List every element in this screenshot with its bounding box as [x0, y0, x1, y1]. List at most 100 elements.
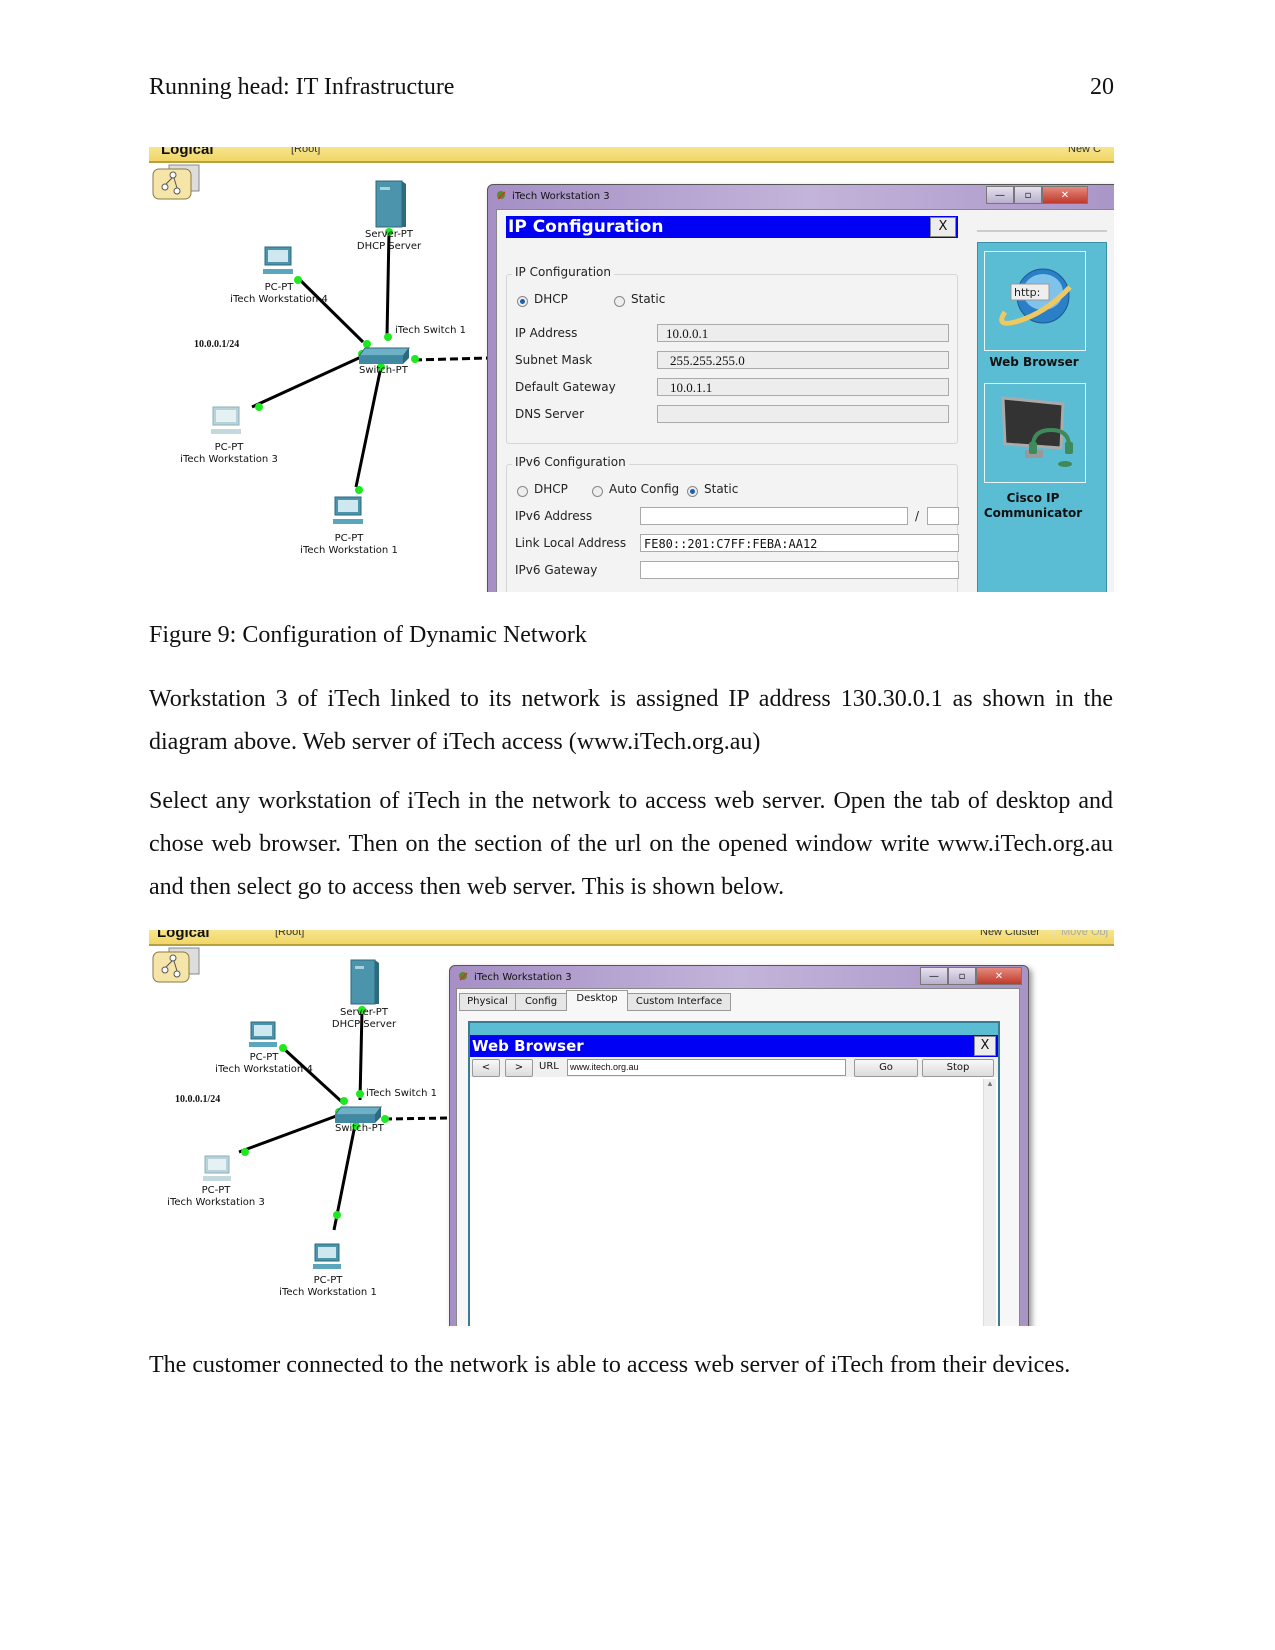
pc-icon[interactable]: [309, 1242, 349, 1276]
workstation-4-label: PC-PT iTech Workstation 4: [209, 1052, 319, 1076]
ip-address-field[interactable]: 10.0.0.1: [657, 324, 949, 342]
close-window-button[interactable]: ✕: [1042, 186, 1088, 204]
url-label: URL: [539, 1061, 559, 1072]
ipv6-static-radio[interactable]: [687, 486, 698, 497]
server-name: DHCP Server: [331, 1019, 397, 1030]
ipv6-gateway-field[interactable]: [640, 561, 959, 579]
pc-icon[interactable]: [245, 1020, 285, 1054]
page-number: 20: [1090, 74, 1114, 100]
body-paragraph-1: Workstation 3 of iTech linked to its net…: [149, 678, 1113, 764]
maximize-button[interactable]: ▫: [948, 967, 976, 985]
tab-desktop[interactable]: Desktop: [566, 990, 628, 1010]
tab-config[interactable]: Config: [515, 993, 567, 1011]
switch-icon[interactable]: [359, 342, 415, 366]
switch-type: Switch-PT: [359, 365, 408, 376]
pc-icon[interactable]: [207, 405, 247, 441]
paragraph-1-text: Workstation 3 of iTech linked to its net…: [149, 686, 1113, 755]
ipv4-static-radio[interactable]: [614, 296, 625, 307]
back-button[interactable]: <: [472, 1059, 500, 1077]
ipv6-dhcp-radio[interactable]: [517, 486, 528, 497]
default-gateway-field[interactable]: 10.0.1.1: [657, 378, 949, 396]
ip-config-title: IP Configuration: [508, 217, 664, 237]
ws3-type: PC-PT: [214, 442, 244, 453]
switch-type: Switch-PT: [335, 1123, 384, 1134]
pc-icon[interactable]: [199, 1154, 239, 1188]
ws1-type: PC-PT: [334, 533, 364, 544]
server-label: Server-PT DHCP Server: [354, 229, 424, 253]
forward-button[interactable]: >: [505, 1059, 533, 1077]
window-controls: — ▫ ✕: [986, 186, 1088, 204]
ipv6-auto-config-label: Auto Config: [609, 482, 680, 496]
ipv6-auto-config-radio[interactable]: [592, 486, 603, 497]
device-window: iTech Workstation 3 — ▫ ✕ Physical Confi…: [449, 965, 1029, 1326]
web-browser-title: Web Browser: [472, 1037, 584, 1055]
minimize-button[interactable]: —: [986, 186, 1014, 204]
go-button[interactable]: Go: [854, 1059, 918, 1077]
pc-icon[interactable]: [329, 495, 369, 531]
workstation-1-label: PC-PT iTech Workstation 1: [273, 1275, 383, 1299]
server-icon[interactable]: [349, 958, 383, 1008]
ipv6-address-field[interactable]: [640, 507, 908, 525]
prefix-separator: /: [915, 509, 920, 523]
stop-button[interactable]: Stop: [922, 1059, 994, 1077]
web-browser-app[interactable]: http:: [984, 251, 1086, 351]
server-icon[interactable]: [374, 179, 408, 229]
server-type: Server-PT: [365, 229, 413, 240]
ip-phone-monitor-icon: [1001, 396, 1073, 467]
close-window-button[interactable]: ✕: [976, 967, 1022, 985]
ipv6-prefix-field[interactable]: [927, 507, 959, 525]
server-label: Server-PT DHCP Server: [329, 1007, 399, 1031]
figure-2-screenshot: Logical [Root] New Cluster Move Obj Serv…: [149, 930, 1114, 1326]
new-cluster-button[interactable]: New Cluster: [973, 930, 1040, 938]
network-address-label: 10.0.0.1/24: [194, 339, 240, 350]
switch-icon[interactable]: [335, 1102, 387, 1124]
packet-tracer-icon: [459, 972, 468, 981]
workstation-3-label: PC-PT iTech Workstation 3: [169, 442, 289, 466]
tab-custom-interface[interactable]: Custom Interface: [627, 993, 731, 1011]
link-local-label: Link Local Address: [515, 536, 627, 550]
vertical-scrollbar[interactable]: ▲: [983, 1079, 996, 1326]
web-browser-titlebar: Web Browser X: [470, 1035, 998, 1057]
figure-1-screenshot: Logical [Root] New C Server-PT DHCP Serv…: [149, 147, 1114, 592]
desktop-apps-panel: http: Web Browser Cisco IP Communicator: [977, 242, 1107, 592]
cisco-ip-communicator-app[interactable]: [984, 383, 1086, 483]
ipv4-dhcp-radio[interactable]: [517, 296, 528, 307]
minimize-button[interactable]: —: [920, 967, 948, 985]
ipv4-static-label: Static: [631, 292, 666, 306]
figure-1-caption: Figure 9: Configuration of Dynamic Netwo…: [149, 622, 587, 648]
server-type: Server-PT: [340, 1007, 388, 1018]
pc-icon[interactable]: [259, 245, 299, 281]
server-name: DHCP Server: [356, 241, 422, 252]
maximize-button[interactable]: ▫: [1014, 186, 1042, 204]
workstation-4-label: PC-PT iTech Workstation 4: [219, 282, 339, 306]
ipv6-gateway-label: IPv6 Gateway: [515, 563, 598, 577]
apps-divider: [977, 230, 1107, 232]
network-address-label: 10.0.0.1/24: [175, 1094, 221, 1105]
network-links: [251, 228, 489, 494]
ip-config-close-button[interactable]: X: [930, 217, 956, 237]
network-links: [238, 1006, 449, 1231]
url-input[interactable]: www.itech.org.au: [567, 1059, 846, 1076]
subnet-mask-field[interactable]: 255.255.255.0: [657, 351, 949, 369]
new-cluster-button[interactable]: New C: [1061, 147, 1101, 155]
web-browser-close-button[interactable]: X: [974, 1036, 996, 1056]
ws3-name: iTech Workstation 3: [167, 1197, 265, 1208]
ws4-name: iTech Workstation 4: [230, 294, 328, 305]
default-gateway-label: Default Gateway: [515, 380, 616, 394]
ip-address-label: IP Address: [515, 326, 578, 340]
ws3-type: PC-PT: [201, 1185, 231, 1196]
tab-physical[interactable]: Physical: [459, 993, 516, 1011]
scroll-up-arrow-icon[interactable]: ▲: [984, 1079, 996, 1088]
window-title: iTech Workstation 3: [474, 972, 572, 983]
window-controls: — ▫ ✕: [920, 967, 1022, 985]
ip-config-titlebar: IP Configuration X: [506, 216, 958, 238]
device-tabs: Physical Config Desktop Custom Interface: [459, 990, 1019, 1011]
move-object-button[interactable]: Move Obj: [1054, 930, 1108, 938]
link-local-field[interactable]: FE80::201:C7FF:FEBA:AA12: [640, 534, 959, 552]
dns-server-field[interactable]: [657, 405, 949, 423]
subnet-mask-label: Subnet Mask: [515, 353, 593, 367]
http-globe-icon: http:: [999, 268, 1072, 326]
switch-name: iTech Switch 1: [395, 325, 466, 336]
running-head: Running head: IT Infrastructure: [149, 74, 455, 100]
device-window: iTech Workstation 3 — ▫ ✕ IP Configurati…: [487, 184, 1114, 592]
